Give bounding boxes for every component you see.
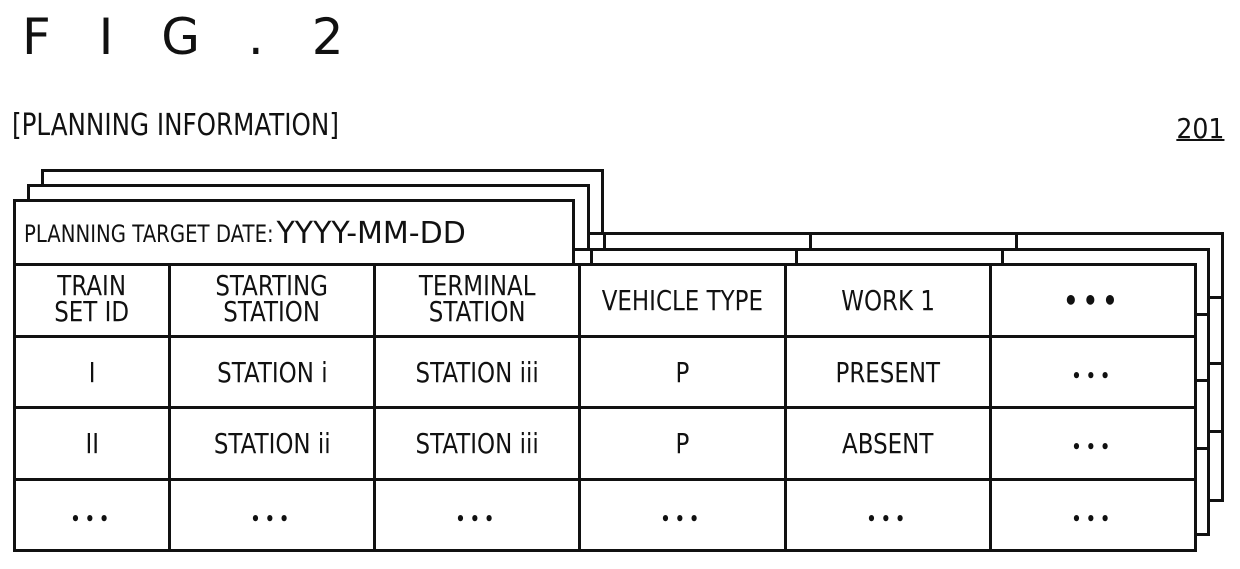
- starting-station-cell: STATION i: [168, 335, 376, 409]
- terminal-station-cell: STATION iii: [373, 406, 581, 481]
- ellipsis-cell: •••: [784, 478, 992, 552]
- back-sheet-divider: [1207, 296, 1224, 299]
- vehicle-type-cell: P: [578, 406, 787, 481]
- more-cell: •••: [989, 406, 1197, 481]
- more-cell: •••: [989, 335, 1197, 409]
- ellipsis-cell: •••: [373, 478, 581, 552]
- column-header-vehicle-type: VEHICLE TYPE: [578, 263, 787, 338]
- table-row: ••• ••• ••• ••• ••• •••: [13, 478, 1197, 552]
- table-row: I STATION i STATION iii P PRESENT •••: [13, 335, 1197, 409]
- table-row: II STATION ii STATION iii P ABSENT •••: [13, 406, 1197, 481]
- column-header-starting-station: STARTING STATION: [168, 263, 376, 338]
- column-header-terminal-station: TERMINAL STATION: [373, 263, 581, 338]
- column-header-more: •••: [989, 263, 1197, 338]
- back-sheet-divider: [809, 232, 812, 249]
- column-header-train-set-id: TRAIN SET ID: [13, 263, 171, 338]
- planning-table: TRAIN SET ID STARTING STATION TERMINAL STAT…: [13, 263, 1197, 552]
- train-set-id-cell: II: [13, 406, 171, 481]
- back-sheet-divider: [1015, 232, 1018, 249]
- starting-station-cell: STATION ii: [168, 406, 376, 481]
- work-1-cell: ABSENT: [784, 406, 992, 481]
- work-1-cell: PRESENT: [784, 335, 992, 409]
- back-sheet-divider: [603, 232, 606, 249]
- back-sheet-divider: [1207, 362, 1224, 365]
- figure-title: F I G . 2: [22, 8, 360, 66]
- target-date-label: PLANNING TARGET DATE:: [24, 219, 274, 248]
- back-sheet-divider: [1207, 430, 1224, 433]
- planning-target-date: PLANNING TARGET DATE: YYYY-MM-DD: [13, 199, 575, 265]
- table-header-row: TRAIN SET ID STARTING STATION TERMINAL STAT…: [13, 263, 1197, 338]
- target-date-value: YYYY-MM-DD: [276, 216, 466, 251]
- ellipsis-cell: •••: [578, 478, 787, 552]
- ellipsis-cell: •••: [989, 478, 1197, 552]
- column-header-work-1: WORK 1: [784, 263, 992, 338]
- terminal-station-cell: STATION iii: [373, 335, 581, 409]
- reference-number: 201: [1175, 112, 1224, 145]
- section-title: [PLANNING INFORMATION]: [12, 108, 339, 143]
- train-set-id-cell: I: [13, 335, 171, 409]
- vehicle-type-cell: P: [578, 335, 787, 409]
- ellipsis-cell: •••: [13, 478, 171, 552]
- ellipsis-cell: •••: [168, 478, 376, 552]
